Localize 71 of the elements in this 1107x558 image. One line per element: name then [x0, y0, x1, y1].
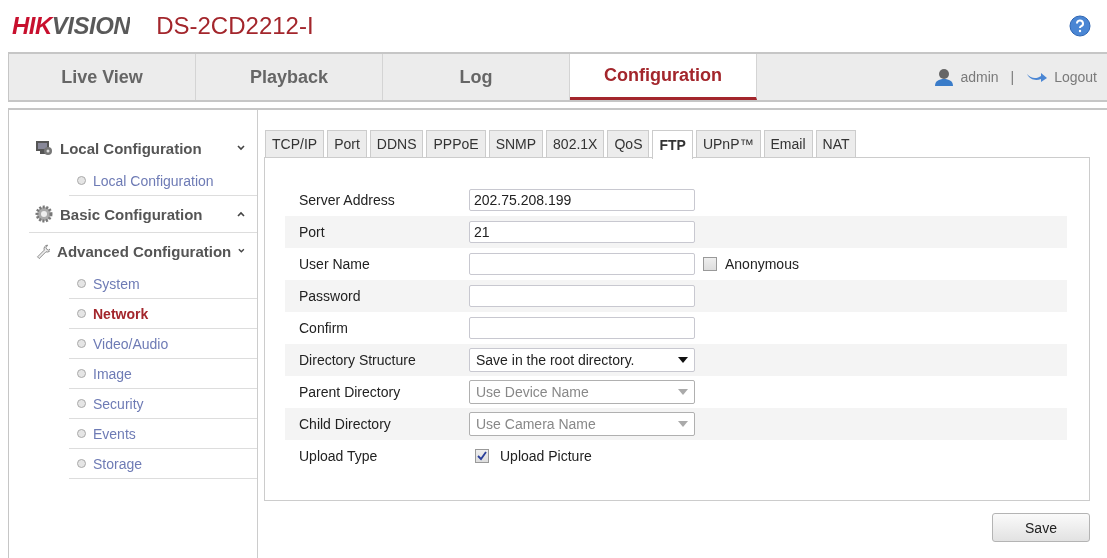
sidebar-item[interactable]: Image	[69, 359, 257, 389]
bullet-icon	[77, 339, 86, 348]
bullet-icon	[77, 459, 86, 468]
bullet-icon	[77, 429, 86, 438]
tab[interactable]: PPPoE	[426, 130, 486, 157]
caret-down-icon	[678, 389, 688, 395]
text-field[interactable]	[469, 285, 695, 307]
tab[interactable]: 802.1X	[546, 130, 605, 157]
bullet-icon	[77, 176, 86, 185]
sidebar-item[interactable]: Security	[69, 389, 257, 419]
sidebar-item[interactable]: Local Configuration	[69, 166, 257, 196]
checkbox-label: Anonymous	[725, 256, 799, 272]
group-label: Advanced Configuration	[57, 242, 232, 260]
bullet-icon	[77, 399, 86, 408]
text-field[interactable]: 202.75.208.199	[469, 189, 695, 211]
bullet-icon	[77, 369, 86, 378]
text-field[interactable]	[469, 317, 695, 339]
tab[interactable]: UPnP™	[695, 130, 761, 157]
chevron-down-icon	[238, 248, 245, 254]
group-label: Basic Configuration	[60, 205, 204, 223]
tab[interactable]: Port	[327, 130, 367, 157]
sidebar-item[interactable]: Storage	[69, 449, 257, 479]
tab[interactable]: NAT	[815, 130, 857, 157]
field-label: Upload Type	[298, 448, 379, 464]
checkbox[interactable]	[475, 449, 489, 463]
nav-tab[interactable]: Configuration	[570, 54, 757, 100]
tab[interactable]: QoS	[607, 130, 650, 157]
check-icon	[477, 451, 487, 461]
checkbox-label: Upload Picture	[500, 448, 592, 464]
bullet-icon	[77, 279, 86, 288]
bullet-icon	[77, 309, 86, 318]
dropdown[interactable]: Save in the root directory.	[469, 348, 695, 372]
tab[interactable]: TCP/IP	[265, 130, 325, 157]
sidebar-item[interactable]: Video/Audio	[69, 329, 257, 359]
text-field[interactable]: 21	[469, 221, 695, 243]
chevron-down-icon	[237, 145, 245, 151]
user-name: admin	[960, 69, 999, 85]
tab[interactable]: DDNS	[369, 130, 424, 157]
separator-text: |	[1010, 69, 1015, 85]
sidebar-group[interactable]: Basic Configuration	[29, 196, 257, 233]
field-label: Port	[298, 224, 326, 240]
field-label: Password	[298, 288, 362, 304]
caret-down-icon	[678, 357, 688, 363]
logout-link[interactable]: Logout	[1054, 69, 1097, 85]
chevron-up-icon	[237, 211, 245, 217]
field-label: Parent Directory	[298, 384, 402, 400]
sidebar-item[interactable]: Events	[69, 419, 257, 449]
caret-down-icon	[678, 421, 688, 427]
sidebar-group[interactable]: Advanced Configuration	[29, 233, 257, 269]
checkbox[interactable]	[703, 257, 717, 271]
sidebar-item[interactable]: Network	[69, 299, 257, 329]
tab[interactable]: SNMP	[488, 130, 544, 157]
tab[interactable]: Email	[763, 130, 813, 157]
gear-icon	[35, 205, 53, 223]
text-field[interactable]	[469, 253, 695, 275]
tab[interactable]: FTP	[652, 130, 693, 159]
field-label: User Name	[298, 256, 371, 272]
field-label: Child Directory	[298, 416, 392, 432]
save-button[interactable]: Save	[992, 513, 1090, 542]
sidebar-group[interactable]: Local Configuration	[29, 130, 257, 166]
field-label: Server Address	[298, 192, 396, 208]
model-name: DS-2CD2212-I	[156, 12, 314, 40]
wrench-icon	[35, 242, 51, 260]
field-label: Directory Structure	[298, 352, 417, 368]
user-icon	[934, 68, 955, 86]
group-label: Local Configuration	[60, 139, 203, 157]
sidebar-item[interactable]: System	[69, 269, 257, 299]
field-label: Confirm	[298, 320, 349, 336]
monitor-icon	[35, 139, 53, 157]
logout-arrow-icon[interactable]	[1026, 71, 1049, 83]
help-icon[interactable]	[1069, 15, 1091, 37]
